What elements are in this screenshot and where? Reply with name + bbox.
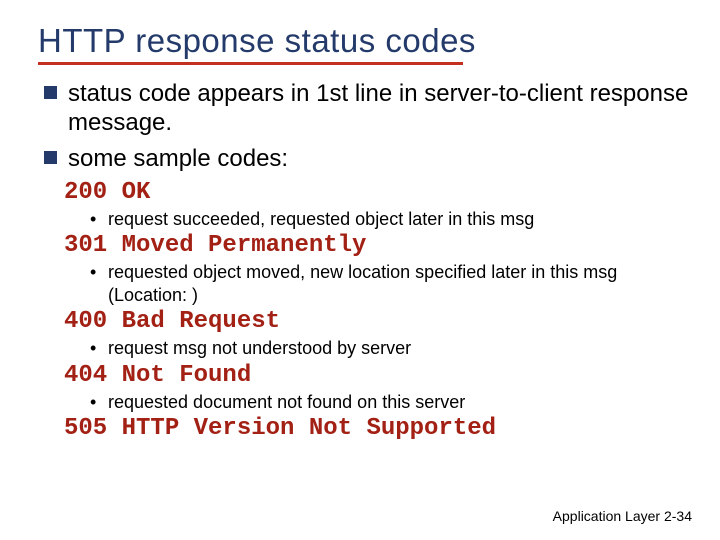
status-codes-section: 200 OK request succeeded, requested obje… bbox=[28, 179, 692, 443]
bullet-text: some sample codes: bbox=[68, 145, 288, 172]
status-code-desc-list: requested document not found on this ser… bbox=[64, 391, 692, 414]
status-code-desc-list: requested object moved, new location spe… bbox=[64, 261, 692, 306]
status-code: 505 HTTP Version Not Supported bbox=[64, 415, 692, 442]
status-code-desc: requested document not found on this ser… bbox=[90, 391, 692, 414]
status-code: 200 OK bbox=[64, 179, 692, 206]
status-code: 301 Moved Permanently bbox=[64, 232, 692, 259]
slide: HTTP response status codes status code a… bbox=[0, 0, 720, 540]
title-underline bbox=[38, 62, 463, 65]
status-code: 404 Not Found bbox=[64, 362, 692, 389]
slide-title: HTTP response status codes bbox=[38, 22, 692, 60]
status-code-desc: request msg not understood by server bbox=[90, 337, 692, 360]
status-code-desc: requested object moved, new location spe… bbox=[90, 261, 692, 306]
status-code-desc: request succeeded, requested object late… bbox=[90, 208, 692, 231]
slide-footer: Application Layer 2-34 bbox=[553, 508, 692, 524]
bullet-text: status code appears in 1st line in serve… bbox=[68, 80, 688, 136]
main-bullet-list: status code appears in 1st line in serve… bbox=[28, 79, 692, 173]
footer-page: 2-34 bbox=[664, 508, 692, 524]
status-code: 400 Bad Request bbox=[64, 308, 692, 335]
status-code-desc-list: request msg not understood by server bbox=[64, 337, 692, 360]
main-bullet: status code appears in 1st line in serve… bbox=[42, 79, 692, 138]
status-code-desc-list: request succeeded, requested object late… bbox=[64, 208, 692, 231]
footer-section: Application Layer bbox=[553, 508, 660, 524]
main-bullet: some sample codes: bbox=[42, 144, 692, 173]
